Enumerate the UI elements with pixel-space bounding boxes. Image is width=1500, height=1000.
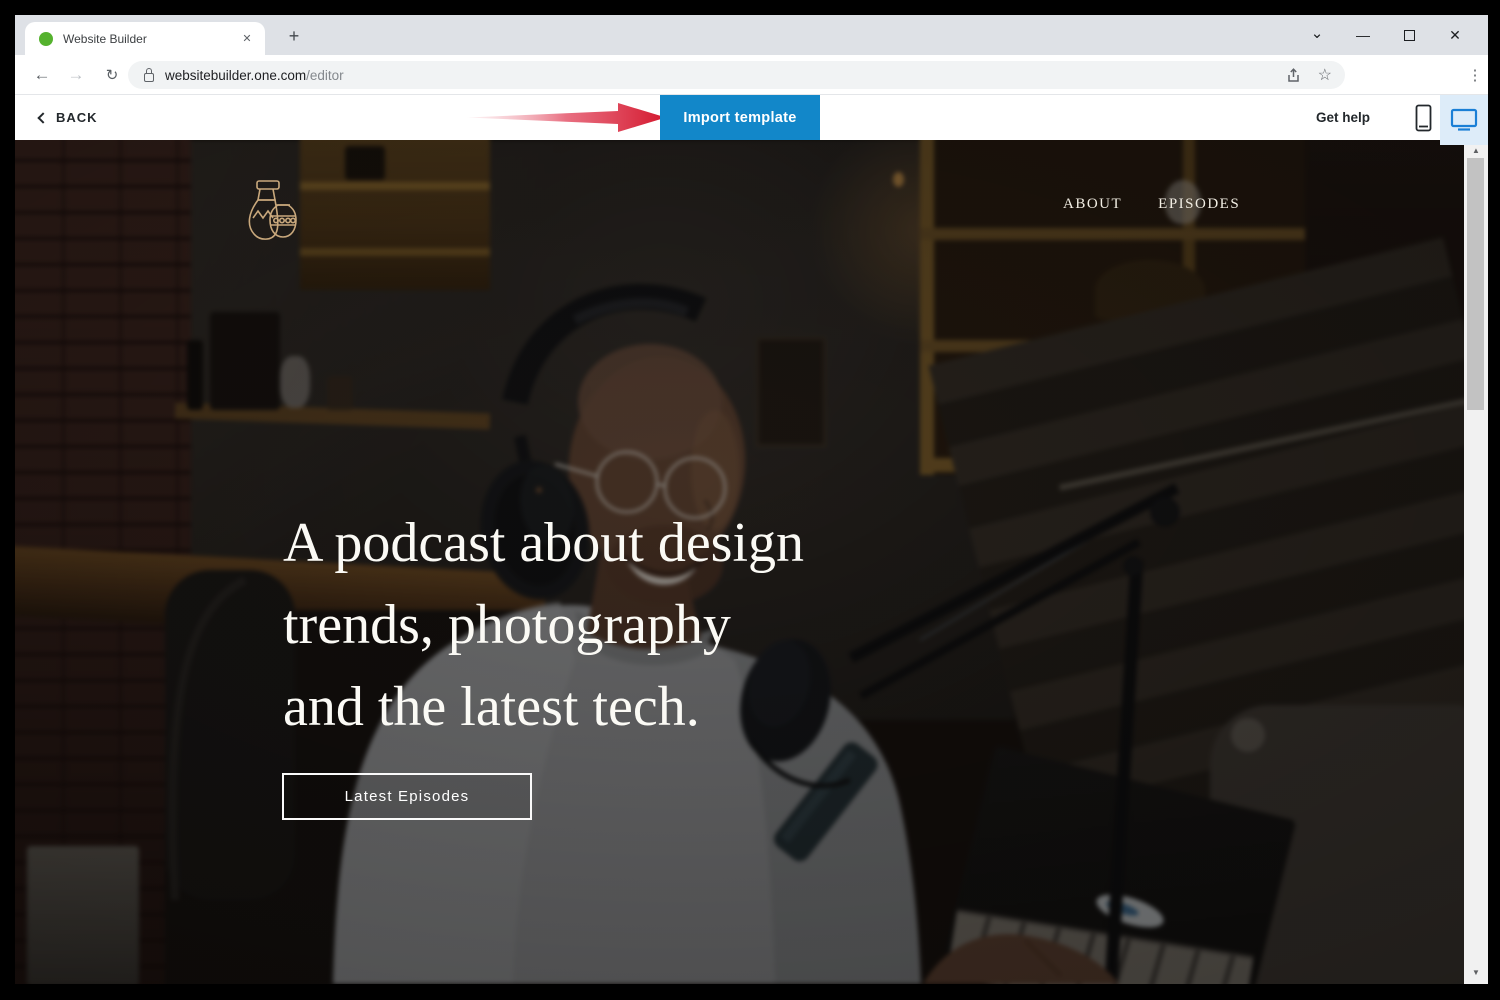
maximize-button[interactable]	[1386, 15, 1432, 55]
import-template-button[interactable]: Import template	[660, 95, 820, 140]
url-domain: websitebuilder.one.com	[165, 68, 306, 83]
chevron-left-icon	[37, 112, 48, 123]
chevron-down-icon[interactable]: ⌄	[1294, 13, 1340, 53]
url-input[interactable]: websitebuilder.one.com/editor ☆	[128, 61, 1345, 89]
share-icon[interactable]	[1286, 67, 1303, 84]
desktop-monitor-icon	[1450, 108, 1478, 132]
browser-tab[interactable]: Website Builder ✕	[25, 22, 265, 55]
scroll-up-icon[interactable]: ▲	[1464, 143, 1488, 159]
omnibox-actions: ☆	[1286, 65, 1332, 85]
url-path: /editor	[306, 68, 344, 83]
scroll-down-icon[interactable]: ▼	[1464, 965, 1488, 981]
desktop-preview-toggle[interactable]	[1440, 95, 1488, 145]
browser-menu-icon[interactable]: ⋮	[1464, 55, 1486, 94]
address-bar: ← → ↻ websitebuilder.one.com/editor ☆ ⋮	[15, 55, 1488, 95]
hero-heading-line3: and the latest tech.	[283, 666, 1043, 748]
site-logo[interactable]	[245, 180, 303, 249]
editor-toolbar: BACK Import template Get help	[15, 95, 1488, 140]
scrollbar-thumb[interactable]	[1467, 158, 1484, 410]
mobile-preview-toggle[interactable]	[1405, 95, 1441, 140]
lock-icon	[144, 73, 154, 82]
template-hero-photo: ABOUT EPISODES A podcast about design tr…	[15, 140, 1464, 984]
red-arrow-annotation	[467, 102, 667, 133]
nav-item-episodes[interactable]: EPISODES	[1158, 196, 1240, 213]
back-button[interactable]: BACK	[39, 95, 98, 140]
hero-heading-line1: A podcast about design	[283, 502, 1043, 584]
browser-window: Website Builder ✕ + ⌄ — ✕ ← → ↻ websiteb…	[15, 15, 1488, 984]
mobile-phone-icon	[1415, 104, 1432, 132]
reload-icon[interactable]: ↻	[97, 55, 127, 94]
close-button[interactable]: ✕	[1432, 15, 1478, 55]
maximize-icon	[1404, 30, 1415, 41]
editor-canvas: ABOUT EPISODES A podcast about design tr…	[15, 140, 1488, 984]
site-favicon-icon	[39, 32, 53, 46]
hero-heading: A podcast about design trends, photograp…	[283, 502, 1043, 748]
nav-item-about[interactable]: ABOUT	[1063, 196, 1122, 213]
tab-close-icon[interactable]: ✕	[238, 30, 256, 48]
page-scrollbar[interactable]: ▲ ▼	[1464, 140, 1488, 984]
pottery-logo-icon	[245, 180, 303, 244]
site-navigation: ABOUT EPISODES	[1063, 196, 1240, 213]
tab-strip: Website Builder ✕ + ⌄ — ✕	[15, 15, 1488, 55]
hero-heading-line2: trends, photography	[283, 584, 1043, 666]
tab-title: Website Builder	[63, 32, 238, 46]
get-help-link[interactable]: Get help	[1316, 95, 1370, 140]
new-tab-button[interactable]: +	[281, 23, 307, 49]
latest-episodes-button[interactable]: Latest Episodes	[282, 773, 532, 820]
window-controls: ⌄ — ✕	[1294, 15, 1478, 55]
bookmark-star-icon[interactable]: ☆	[1318, 65, 1332, 85]
back-icon[interactable]: ←	[27, 55, 57, 94]
forward-icon[interactable]: →	[61, 55, 91, 94]
minimize-button[interactable]: —	[1340, 15, 1386, 55]
url-text: websitebuilder.one.com/editor	[165, 68, 344, 83]
back-button-label: BACK	[56, 110, 98, 125]
